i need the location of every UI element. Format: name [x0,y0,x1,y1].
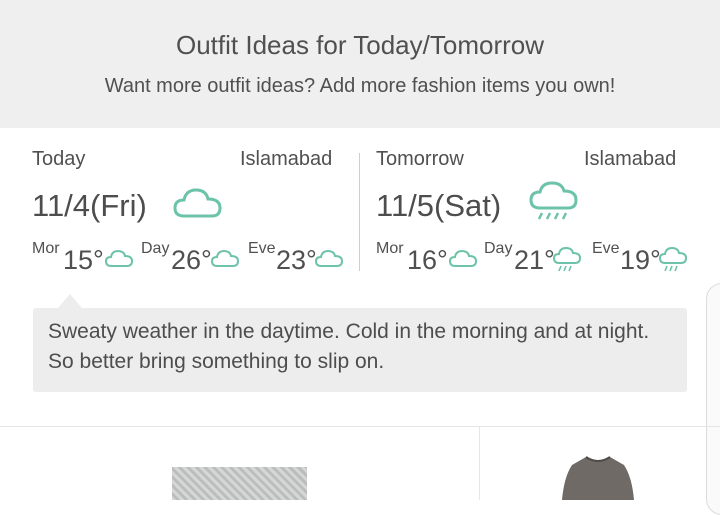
today-city: Islamabad [240,148,333,170]
period-temp: 16° [407,245,448,275]
period-temp: 21° [514,245,555,275]
header: Outfit Ideas for Today/Tomorrow Want mor… [0,0,720,128]
cloud-icon [448,249,478,267]
cloud-icon [173,188,222,218]
side-panel-edge[interactable] [706,283,720,515]
period-label: Mor [376,240,404,257]
today-date: 11/4(Fri) [32,188,147,223]
tomorrow-date: 11/5(Sat) [376,188,502,223]
items-column-divider [479,426,480,500]
rain-cloud-icon [658,246,688,272]
today-label: Today [32,148,86,170]
page-subtitle: Want more outfit ideas? Add more fashion… [104,75,616,97]
period-temp: 15° [63,245,104,275]
period-label: Eve [248,240,276,257]
rain-cloud-icon [552,246,582,272]
items-divider [0,426,720,427]
advice-line-2: So better bring something to slip on. [48,350,385,373]
tomorrow-label: Tomorrow [376,148,464,170]
tomorrow-forecast: Tomorrow Islamabad 11/5(Sat) Mor 16° Day… [360,128,720,278]
cloud-icon [314,249,344,267]
rain-cloud-icon [529,181,578,220]
tomorrow-city: Islamabad [584,148,677,170]
period-temp: 26° [171,245,212,275]
outfit-item-image[interactable] [560,455,636,500]
advice-line-1: Sweaty weather in the daytime. Cold in t… [48,320,650,343]
period-label: Eve [592,240,620,257]
cloud-icon [210,249,240,267]
period-temp: 23° [276,245,317,275]
period-temp: 19° [620,245,661,275]
period-label: Mor [32,240,60,257]
weather-advice-box: Sweaty weather in the daytime. Cold in t… [33,308,687,392]
period-label: Day [141,240,170,257]
period-label: Day [484,240,513,257]
outfit-item-image[interactable] [172,467,307,500]
today-forecast: Today Islamabad 11/4(Fri) Mor 15° Day 26… [0,128,358,278]
advice-pointer [58,294,82,308]
cloud-icon [104,249,134,267]
page-title: Outfit Ideas for Today/Tomorrow [175,30,544,60]
